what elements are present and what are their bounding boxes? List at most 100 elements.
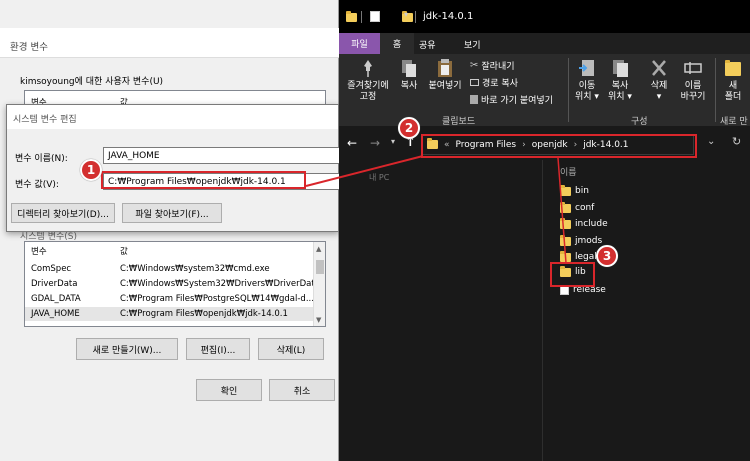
copy-to-button[interactable]: 복사 위치 ▾: [608, 58, 632, 103]
scroll-up-icon[interactable]: ▲: [316, 245, 321, 253]
navigation-pane: [339, 160, 543, 461]
env-window-title: 환경 변수: [10, 42, 48, 53]
paste-shortcut-button[interactable]: 바로 가기 붙여넣기: [470, 93, 553, 106]
browse-file-button[interactable]: 파일 찾아보기(F)...: [122, 203, 222, 223]
item-name: bin: [575, 186, 589, 196]
scissors-icon: ✂: [470, 60, 479, 71]
edit-dialog-title: 시스템 변수 편집: [13, 115, 77, 125]
new-button[interactable]: 새로 만들기(W)...: [76, 338, 178, 360]
delete-label: 삭제 ▾: [650, 81, 668, 102]
tab-home[interactable]: 홈: [380, 33, 414, 54]
row-var: ComSpec: [31, 264, 72, 274]
copy-to-icon: [613, 60, 628, 77]
cut-button[interactable]: ✂ 잘라내기: [470, 59, 515, 72]
env-window-titlebar: [0, 28, 339, 58]
value-label: 변수 값(V):: [15, 180, 59, 190]
list-item[interactable]: bin: [560, 184, 589, 196]
ribbon-tabs: 파일 홈 공유 보기: [339, 33, 750, 54]
folder-icon: [560, 217, 571, 229]
variable-name-input[interactable]: JAVA_HOME: [103, 147, 343, 164]
row-val: C:₩Windows₩system32₩cmd.exe: [120, 264, 270, 274]
delete-button[interactable]: 삭제(L): [258, 338, 324, 360]
folder-icon: [560, 184, 571, 196]
copy-path-label: 경로 복사: [482, 79, 518, 89]
group-divider: [715, 58, 716, 122]
cancel-button[interactable]: 취소: [269, 379, 335, 401]
row-val: C:₩Program Files₩openjdk₩jdk-14.0.1: [120, 309, 288, 319]
system-list-header-val: 값: [120, 247, 128, 257]
rename-icon: [684, 62, 702, 74]
system-list-header: 변수 값: [25, 244, 315, 258]
list-item[interactable]: legal: [560, 250, 597, 262]
paste-icon: [438, 59, 452, 77]
list-item[interactable]: include: [560, 217, 608, 229]
back-arrow-icon[interactable]: ←: [347, 136, 357, 150]
table-row-selected[interactable]: JAVA_HOME C:₩Program Files₩openjdk₩jdk-1…: [25, 307, 313, 321]
pin-to-quick-access-button[interactable]: 즐겨찾기에 고정: [345, 58, 391, 103]
edit-dialog: 시스템 변수 편집 변수 이름(N): JAVA_HOME 변수 값(V): C…: [6, 104, 343, 232]
address-dropdown-icon[interactable]: ⌄: [707, 136, 715, 147]
edit-button[interactable]: 편집(I)...: [186, 338, 250, 360]
paste-shortcut-label: 바로 가기 붙여넣기: [481, 96, 553, 106]
table-row[interactable]: ComSpec C:₩Windows₩system32₩cmd.exe: [25, 262, 313, 276]
folder-icon: [560, 250, 571, 262]
browse-directory-button[interactable]: 디렉터리 찾아보기(D)...: [11, 203, 115, 223]
divider: [415, 11, 416, 23]
refresh-icon[interactable]: ↻: [732, 135, 741, 148]
paste-button[interactable]: 붙여넣기: [425, 58, 465, 92]
paste-label: 붙여넣기: [428, 81, 462, 91]
move-to-button[interactable]: 이동 위치 ▾: [575, 58, 599, 103]
copy-path-icon: [470, 79, 479, 86]
pin-icon: [364, 60, 372, 77]
item-name: conf: [575, 203, 595, 213]
forward-arrow-icon[interactable]: →: [370, 136, 380, 150]
copy-path-button[interactable]: 경로 복사: [470, 76, 518, 89]
scroll-thumb[interactable]: [316, 260, 324, 274]
nav-item-this-pc[interactable]: 내 PC: [369, 172, 389, 183]
list-scrollbar[interactable]: ▲ ▼: [313, 242, 325, 326]
delete-file-button[interactable]: 삭제 ▾: [646, 58, 672, 103]
row-val: C:₩Program Files₩PostgreSQL₩14₩gdal-d...: [120, 294, 314, 304]
paste-shortcut-icon: [470, 95, 478, 104]
new-folder-button[interactable]: 새 폴더: [721, 58, 745, 103]
table-row[interactable]: GDAL_DATA C:₩Program Files₩PostgreSQL₩14…: [25, 292, 314, 306]
list-item[interactable]: jmods: [560, 234, 602, 246]
copy-label: 복사: [400, 81, 418, 91]
checkbox-icon[interactable]: [370, 11, 380, 22]
group-divider: [568, 58, 569, 122]
row-val: C:₩Windows₩System32₩Drivers₩DriverData: [120, 279, 320, 289]
ok-button[interactable]: 확인: [196, 379, 262, 401]
callout-2: 2: [398, 117, 420, 139]
tab-view[interactable]: 보기: [464, 38, 481, 51]
quick-access-dropdown-icon[interactable]: ▾: [404, 10, 408, 19]
scroll-down-icon[interactable]: ▼: [316, 316, 321, 324]
recent-dropdown-icon[interactable]: ▾: [391, 137, 395, 146]
table-row[interactable]: DriverData C:₩Windows₩System32₩Drivers₩D…: [25, 277, 320, 291]
copy-to-label: 복사 위치 ▾: [608, 81, 632, 102]
pin-label: 즐겨찾기에 고정: [347, 81, 389, 102]
explorer-titlebar: ▾ jdk-14.0.1: [339, 0, 750, 33]
move-to-label: 이동 위치 ▾: [575, 81, 599, 102]
copy-button[interactable]: 복사: [397, 58, 421, 92]
list-item[interactable]: conf: [560, 201, 595, 213]
rename-button[interactable]: 이름 바꾸기: [679, 58, 707, 103]
folder-icon: [560, 234, 571, 246]
row-var: GDAL_DATA: [31, 294, 81, 304]
cut-label: 잘라내기: [481, 62, 515, 72]
system-vars-list[interactable]: 변수 값 ComSpec C:₩Windows₩system32₩cmd.exe…: [24, 241, 326, 327]
move-to-icon: [579, 60, 594, 76]
row-var: DriverData: [31, 279, 78, 289]
callout-3: 3: [596, 245, 618, 267]
window-title: jdk-14.0.1: [423, 11, 474, 22]
file-explorer-window: ▾ jdk-14.0.1 파일 홈 공유 보기 즐겨찾기에 고정 복사 붙여넣기…: [339, 0, 750, 461]
tab-share[interactable]: 공유: [419, 38, 436, 51]
lib-highlight-box: [550, 262, 595, 287]
column-header-name[interactable]: 이름: [560, 165, 577, 178]
folder-icon: [560, 201, 571, 213]
tab-file[interactable]: 파일: [339, 33, 380, 54]
rename-label: 이름 바꾸기: [680, 81, 706, 102]
user-vars-label: kimsoyoung에 대한 사용자 변수(U): [20, 77, 164, 87]
item-name: legal: [575, 252, 597, 262]
row-var: JAVA_HOME: [31, 309, 80, 319]
divider: [361, 11, 362, 23]
